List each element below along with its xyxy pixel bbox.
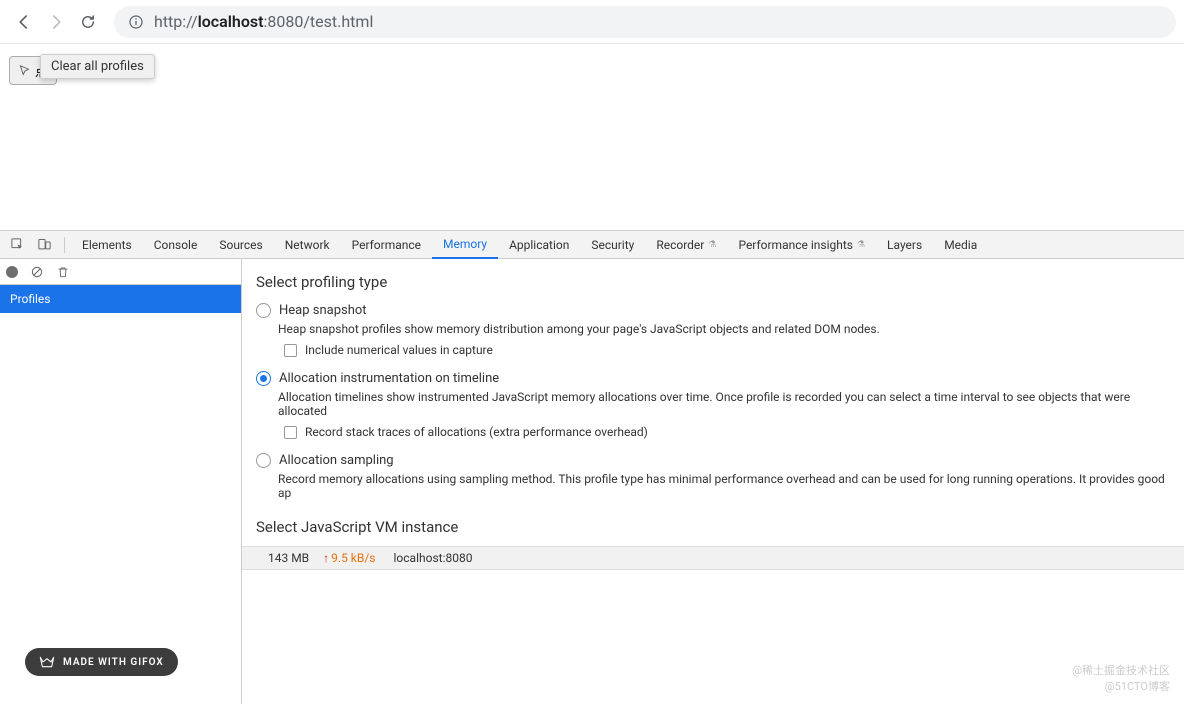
option-allocation-sampling[interactable]: Allocation sampling Record memory alloca… xyxy=(256,453,1170,500)
info-icon xyxy=(128,14,144,30)
gifox-badge: MADE WITH GIFOX xyxy=(25,648,178,676)
option-desc: Allocation timelines show instrumented J… xyxy=(278,390,1170,418)
profiling-type-heading: Select profiling type xyxy=(256,273,1170,291)
radio-allocation-sampling[interactable] xyxy=(256,453,271,468)
watermark: @稀土掘金技术社区 @51CTO博客 xyxy=(1072,663,1170,694)
devtools-main: Select profiling type Heap snapshot Heap… xyxy=(242,259,1184,704)
record-icon[interactable] xyxy=(6,266,18,278)
tab-elements[interactable]: Elements xyxy=(71,231,143,259)
flask-icon: ⚗ xyxy=(708,240,716,250)
option-label: Allocation sampling xyxy=(279,453,394,468)
reload-button[interactable] xyxy=(72,6,104,38)
browser-toolbar: http://localhost:8080/test.html xyxy=(0,0,1184,44)
url-bar[interactable]: http://localhost:8080/test.html xyxy=(114,6,1176,38)
vm-rate: ↑9.5 kB/s xyxy=(323,551,375,565)
devtools-panel: Elements Console Sources Network Perform… xyxy=(0,230,1184,704)
tab-layers[interactable]: Layers xyxy=(876,231,933,259)
flask-icon: ⚗ xyxy=(857,240,865,250)
option-label: Heap snapshot xyxy=(279,303,367,318)
tab-performance-insights[interactable]: Performance insights⚗ xyxy=(727,231,876,259)
tab-security[interactable]: Security xyxy=(580,231,645,259)
url-text: http://localhost:8080/test.html xyxy=(154,12,373,31)
vm-size: 143 MB xyxy=(268,551,309,565)
tab-memory[interactable]: Memory xyxy=(432,231,498,259)
page-viewport: 点 Clear all profiles xyxy=(0,44,1184,230)
radio-allocation-timeline[interactable] xyxy=(256,371,271,386)
checkbox-label: Record stack traces of allocations (extr… xyxy=(305,425,648,439)
back-button[interactable] xyxy=(8,6,40,38)
trash-icon[interactable] xyxy=(56,265,70,279)
device-toolbar-icon[interactable] xyxy=(31,237,58,252)
tab-sources[interactable]: Sources xyxy=(208,231,273,259)
memory-toolbar xyxy=(0,259,241,285)
vm-host: localhost:8080 xyxy=(394,551,473,565)
option-allocation-timeline[interactable]: Allocation instrumentation on timeline A… xyxy=(256,371,1170,439)
tab-application[interactable]: Application xyxy=(498,231,580,259)
checkbox-numerical-values[interactable] xyxy=(284,344,297,357)
option-heap-snapshot[interactable]: Heap snapshot Heap snapshot profiles sho… xyxy=(256,303,1170,357)
devtools-tabbar: Elements Console Sources Network Perform… xyxy=(0,231,1184,259)
tab-network[interactable]: Network xyxy=(274,231,341,259)
clear-icon[interactable] xyxy=(30,265,44,279)
checkbox-stack-traces[interactable] xyxy=(284,426,297,439)
sidebar-item-profiles[interactable]: Profiles xyxy=(0,285,241,313)
forward-button[interactable] xyxy=(40,6,72,38)
tooltip: Clear all profiles xyxy=(40,54,155,79)
tab-recorder[interactable]: Recorder⚗ xyxy=(645,231,727,259)
option-desc: Record memory allocations using sampling… xyxy=(278,472,1170,500)
tab-media[interactable]: Media xyxy=(933,231,988,259)
vm-instance-row[interactable]: 143 MB ↑9.5 kB/s localhost:8080 xyxy=(242,546,1184,570)
tab-console[interactable]: Console xyxy=(143,231,209,259)
inspect-element-icon[interactable] xyxy=(4,237,31,252)
cursor-icon xyxy=(18,64,32,78)
radio-heap-snapshot[interactable] xyxy=(256,303,271,318)
checkbox-label: Include numerical values in capture xyxy=(305,343,493,357)
gifox-icon xyxy=(39,656,55,668)
tab-performance[interactable]: Performance xyxy=(341,231,432,259)
devtools-sidebar: Profiles xyxy=(0,259,242,704)
option-label: Allocation instrumentation on timeline xyxy=(279,371,499,386)
up-arrow-icon: ↑ xyxy=(323,551,329,565)
option-desc: Heap snapshot profiles show memory distr… xyxy=(278,322,1170,336)
vm-heading: Select JavaScript VM instance xyxy=(242,518,1184,536)
